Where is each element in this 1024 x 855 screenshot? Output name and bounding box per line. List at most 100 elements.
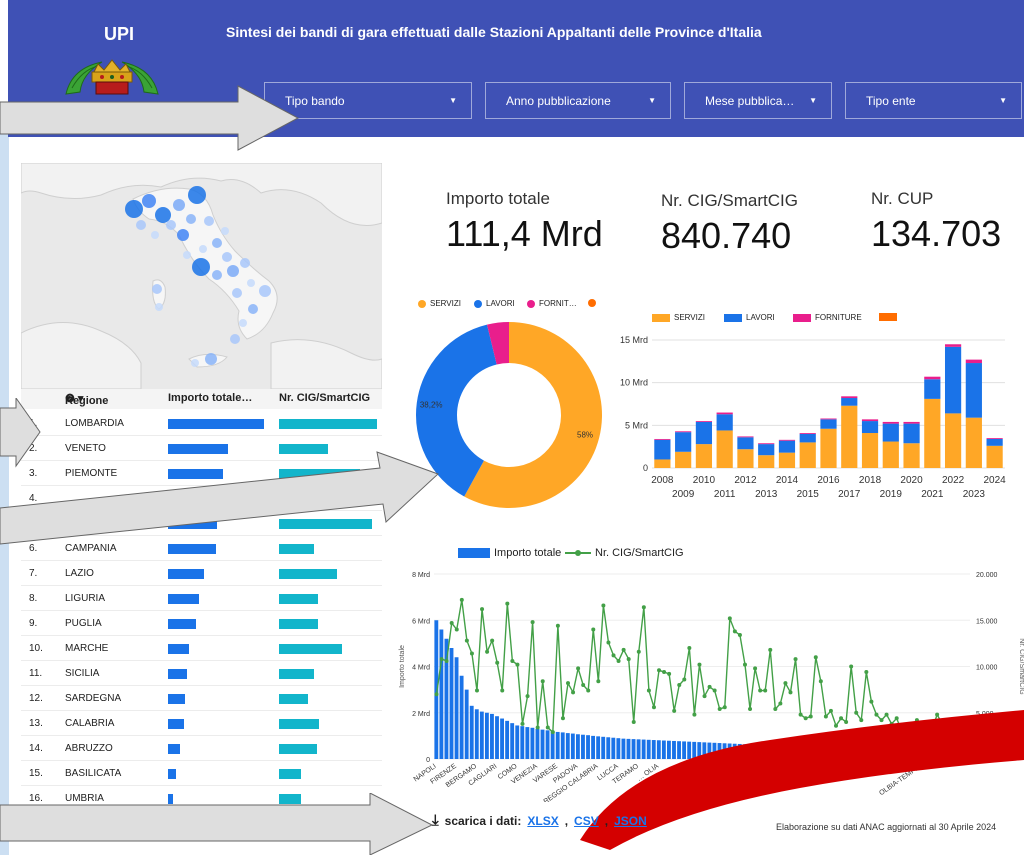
combo-bar [490,713,494,759]
bar-segment-servizi [841,405,858,468]
row-region: SICILIA [65,668,100,679]
filter-label: Anno pubblicazione [506,93,611,108]
filter-anno-pubblicazione[interactable]: Anno pubblicazione ▼ [485,82,671,119]
column-header-amount[interactable]: Importo totale… [168,392,252,404]
combo-bar [535,728,540,759]
bar-segment-forniture [882,421,899,424]
bar-segment-forniture [778,439,796,441]
x-tick-label: 2010 [693,475,716,486]
bar-segment-forniture [820,418,837,420]
bar-segment-servizi [654,459,671,468]
combo-line-point [540,679,545,684]
combo-line-point [702,694,707,699]
table-row[interactable]: 10. MARCHE [21,636,382,661]
table-row[interactable]: 9. PUGLIA [21,611,382,636]
bar-segment-servizi [758,455,775,468]
pie-legend-lavori: LAVORI [474,299,515,308]
bar-legend-lavori: LAVORI [724,313,775,322]
row-region: SARDEGNA [65,693,122,704]
y-left-axis-title: Importo totale [399,645,406,688]
download-json-link[interactable]: JSON [614,814,647,828]
x-tick-label: 2021 [921,489,944,500]
filter-mese-pubblicazione[interactable]: Mese pubblica… ▼ [684,82,832,119]
combo-line-point [601,603,606,608]
bar-segment-forniture [675,431,692,433]
bar-segment-servizi [924,398,941,468]
italy-bubble-map[interactable] [21,163,382,389]
row-index: 15. [29,768,43,779]
combo-line-point [515,662,520,667]
download-xlsx-link[interactable]: XLSX [527,814,558,828]
combo-bar [454,657,459,759]
combo-line-point [753,666,758,671]
row-cig-bar [279,419,377,429]
bar-segment-lavori [820,419,837,429]
filter-label: Mese pubblica… [705,93,795,108]
row-region: LAZIO [65,568,94,579]
combo-line-point [697,662,702,667]
row-amount-bar [168,419,264,429]
download-section: ⤓ scarica i dati: XLSX, CSV, JSON [432,812,647,829]
arrow-pointer-download [0,793,434,855]
combo-line-point [864,670,869,675]
table-row[interactable]: 11. SICILIA [21,661,382,686]
x-tick-label: 2011 [714,489,736,500]
row-cig-bar [279,619,319,629]
combo-line-point [510,658,515,663]
bar-segment-forniture [861,419,879,422]
combo-line-point [480,607,485,612]
bar-segment-lavori [882,423,899,442]
y-right-tick-label: 15.000 [976,618,998,625]
combo-line-point [687,646,692,650]
combo-bar [510,723,515,759]
y-left-tick-label: 2 Mrd [412,711,430,718]
combo-bar [479,711,484,759]
table-row[interactable]: 15. BASILICATA [21,761,382,786]
bar-legend-forniture: FORNITURE [793,313,862,322]
combo-bar [495,716,499,759]
filter-tipo-ente[interactable]: Tipo ente ▼ [845,82,1022,119]
combo-line-point [560,716,565,721]
bar-segment-lavori [924,379,941,399]
combo-line-point [591,627,596,632]
bar-segment-lavori [654,439,671,460]
column-header-region[interactable]: Regione ❷ ▾ [65,392,108,407]
bar-segment-forniture [737,436,754,438]
pie-chart[interactable]: 58% 38,2% [414,320,604,510]
table-row[interactable]: 12. SARDEGNA [21,686,382,711]
combo-line-point [449,621,454,626]
combo-bar [474,709,479,759]
bar-segment-lavori [716,414,733,431]
combo-line-point [566,681,570,686]
bar-segment-lavori [799,433,816,443]
download-icon[interactable]: ⤓ [432,812,439,829]
combo-line-point [586,688,591,693]
combo-line-point [439,657,444,662]
bar-legend-other [879,313,897,321]
table-row[interactable]: 13. CALABRIA [21,711,382,736]
combo-line-point [667,671,672,676]
table-row[interactable]: 14. ABRUZZO [21,736,382,761]
combo-line-point [474,688,479,693]
combo-line-point [459,597,464,602]
bar-segment-servizi [778,452,796,468]
column-header-cig[interactable]: Nr. CIG/SmartCIG [279,392,370,404]
combo-line-point [742,662,747,667]
row-cig-bar [279,594,319,604]
stacked-bar-chart[interactable]: 0 5 Mrd 10 Mrd 15 Mrd 2008 2009 2010 2011 2012 20… [600,328,1024,503]
x-tick-label: 2023 [963,489,986,500]
chevron-down-icon: ▼ [809,96,817,105]
combo-bar [545,730,550,759]
table-row[interactable]: 7. LAZIO [21,561,382,586]
combo-bar [550,731,555,759]
x-tick-label: 2018 [859,475,882,486]
row-region: CALABRIA [65,718,115,729]
row-index: 14. [29,743,43,754]
combo-bar [449,648,454,759]
row-index: 12. [29,693,43,704]
table-row[interactable]: 8. LIGURIA [21,586,382,611]
row-cig-bar [279,769,301,779]
bar-segment-lavori [675,432,692,452]
table-row[interactable]: 1.LOMBARDIA [21,411,382,436]
download-csv-link[interactable]: CSV [574,814,599,828]
